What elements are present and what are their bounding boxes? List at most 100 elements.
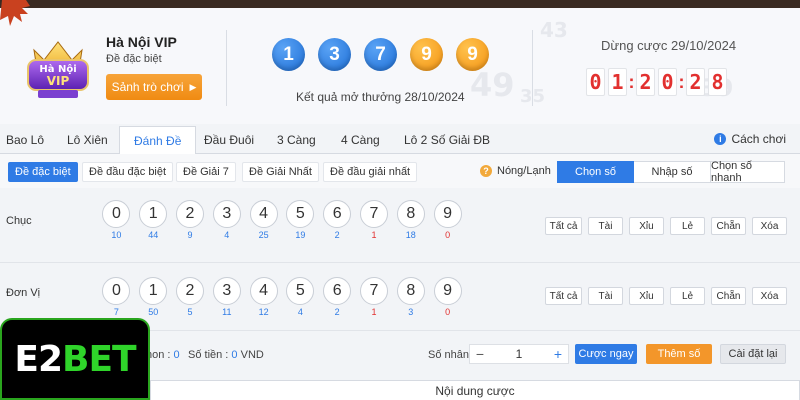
frequency-count: 1 [371, 307, 377, 317]
frequency-count: 25 [258, 230, 269, 240]
mode-chon-so[interactable]: Chọn số [557, 161, 634, 183]
filter-clear-button[interactable]: Xóa [752, 217, 787, 235]
number-button[interactable]: 5 [286, 277, 315, 305]
filter-clear-button[interactable]: Xóa [752, 287, 787, 305]
divider [226, 30, 227, 106]
filter-odd-button[interactable]: Lẻ [670, 287, 705, 305]
countdown-timer: 0 1 : 2 0 : 2 8 [586, 68, 727, 96]
frequency-count: 0 [445, 307, 451, 317]
lobby-button-label: Sảnh trò chơi [111, 80, 184, 94]
result-ball: 1 [272, 38, 305, 71]
number-button[interactable]: 1 [139, 200, 168, 228]
number-button[interactable]: 8 [396, 277, 425, 305]
add-number-button[interactable]: Thêm số [646, 344, 712, 364]
number-button[interactable]: 6 [323, 200, 352, 228]
frequency-count: 44 [148, 230, 159, 240]
filter-all-button[interactable]: Tất cả [545, 287, 582, 305]
frequency-count: 2 [334, 230, 340, 240]
timer-colon: : [628, 71, 635, 92]
game-logo: Hà Nội VIP [20, 30, 96, 106]
chip-de-giai-nhat[interactable]: Đề Giải Nhất [242, 162, 319, 182]
number-button[interactable]: 4 [249, 277, 278, 305]
how-to-play-link[interactable]: i Cách chơi [714, 132, 786, 146]
game-header: 49 43 39 35 Hà Nội VIP Hà Nội VIP Đề đặc… [0, 8, 800, 124]
tab-danh-de[interactable]: Đánh Đề [119, 126, 197, 155]
result-balls: 1 3 7 9 9 [272, 38, 489, 71]
mode-nhap-so[interactable]: Nhập số [634, 161, 711, 183]
e2bet-logo: E2BET [0, 318, 150, 400]
frequency-count: 5 [187, 307, 193, 317]
info-icon: i [714, 133, 727, 145]
minus-button[interactable]: − [470, 345, 490, 363]
number-button[interactable]: 8 [396, 200, 425, 228]
brand-part-2: BET [62, 338, 137, 380]
plus-button[interactable]: + [548, 345, 568, 363]
filter-even-button[interactable]: Chẵn [711, 217, 746, 235]
number-button[interactable]: 3 [212, 200, 241, 228]
filter-big-button[interactable]: Tài [588, 287, 623, 305]
brand-logo-text: E2BET [14, 338, 137, 380]
bet-content-header: Nội dung cược [150, 380, 800, 400]
pick-row-chuc: Chục 0 10 1 44 29 34 4 25 5 19 62 71 8 18 90 … [0, 200, 800, 270]
filter-even-button[interactable]: Chẵn [711, 287, 746, 305]
background-number-decoration: 49 [470, 66, 515, 104]
chip-de-dau-dac-biet[interactable]: Đề đầu đặc biệt [82, 162, 174, 182]
filter-odd-button[interactable]: Lẻ [670, 217, 705, 235]
number-button[interactable]: 7 [359, 200, 388, 228]
brand-part-1: E2 [14, 338, 63, 380]
number-button[interactable]: 0 [102, 277, 131, 305]
number-button[interactable]: 5 [286, 200, 315, 228]
result-ball: 9 [410, 38, 443, 71]
hot-cold-toggle[interactable]: ? Nóng/Lạnh [480, 165, 551, 177]
bet-amount: Số tiền : 0 VND [188, 349, 264, 361]
hot-cold-label: Nóng/Lạnh [497, 165, 551, 177]
mode-chon-so-nhanh[interactable]: Chọn số nhanh [711, 160, 785, 184]
lobby-button[interactable]: Sảnh trò chơi ▶ [106, 74, 202, 100]
result-ball: 7 [364, 38, 397, 71]
number-button[interactable]: 2 [175, 277, 204, 305]
bet-now-button[interactable]: Cược ngay [575, 344, 637, 364]
chip-de-giai-7[interactable]: Đề Giải 7 [176, 162, 236, 182]
frequency-count: 11 [222, 307, 232, 317]
chip-de-dac-biet[interactable]: Đề đặc biệt [8, 162, 78, 182]
tab-4-cang[interactable]: 4 Càng [341, 126, 380, 154]
number-button[interactable]: 7 [359, 277, 388, 305]
bet-amount-value: 0 [231, 349, 238, 361]
bet-amount-unit: VND [240, 349, 264, 361]
number-button[interactable]: 3 [212, 277, 241, 305]
number-button[interactable]: 6 [323, 277, 352, 305]
tab-lo-2-so-giai-db[interactable]: Lô 2 Số Giải ĐB [404, 126, 490, 154]
tab-lo-xien[interactable]: Lô Xiên [67, 126, 108, 154]
filter-small-button[interactable]: Xỉu [629, 217, 664, 235]
game-subtitle: Đề đặc biệt [106, 53, 162, 65]
multiplier-input[interactable]: 1 [490, 347, 548, 361]
number-button[interactable]: 1 [139, 277, 168, 305]
timer-digit: 2 [686, 68, 705, 96]
frequency-count: 2 [334, 307, 340, 317]
filter-small-button[interactable]: Xỉu [629, 287, 664, 305]
frequency-count: 4 [224, 230, 230, 240]
filter-big-button[interactable]: Tài [588, 217, 623, 235]
number-button[interactable]: 0 [102, 200, 131, 228]
chip-de-dau-giai-nhat[interactable]: Đề đầu giải nhất [323, 162, 418, 182]
frequency-count: 7 [113, 307, 119, 317]
number-button[interactable]: 9 [433, 200, 462, 228]
reset-button[interactable]: Cài đặt lại [720, 344, 786, 364]
row-label: Đơn Vị [6, 287, 41, 299]
tab-dau-duoi[interactable]: Đầu Đuôi [204, 126, 254, 154]
tab-3-cang[interactable]: 3 Càng [277, 126, 316, 154]
tab-bao-lo[interactable]: Bao Lô [6, 126, 44, 154]
frequency-count: 10 [111, 230, 122, 240]
frequency-count: 18 [405, 230, 416, 240]
number-grid: 07 1 50 25 3 11 4 12 54 62 71 83 90 [98, 277, 466, 317]
how-to-play-label: Cách chơi [731, 132, 786, 146]
filter-all-button[interactable]: Tất cả [545, 217, 582, 235]
number-button[interactable]: 4 [249, 200, 278, 228]
pick-row-don-vi: Đơn Vị 07 1 50 25 3 11 4 12 54 62 71 83 90 … [0, 273, 800, 323]
bet-close-label: Dừng cược 29/10/2024 [601, 38, 737, 53]
number-button[interactable]: 9 [433, 277, 462, 305]
selected-count-value: 0 [173, 349, 180, 361]
game-title: Hà Nội VIP [106, 34, 177, 50]
timer-digit: 2 [636, 68, 655, 96]
number-button[interactable]: 2 [175, 200, 204, 228]
